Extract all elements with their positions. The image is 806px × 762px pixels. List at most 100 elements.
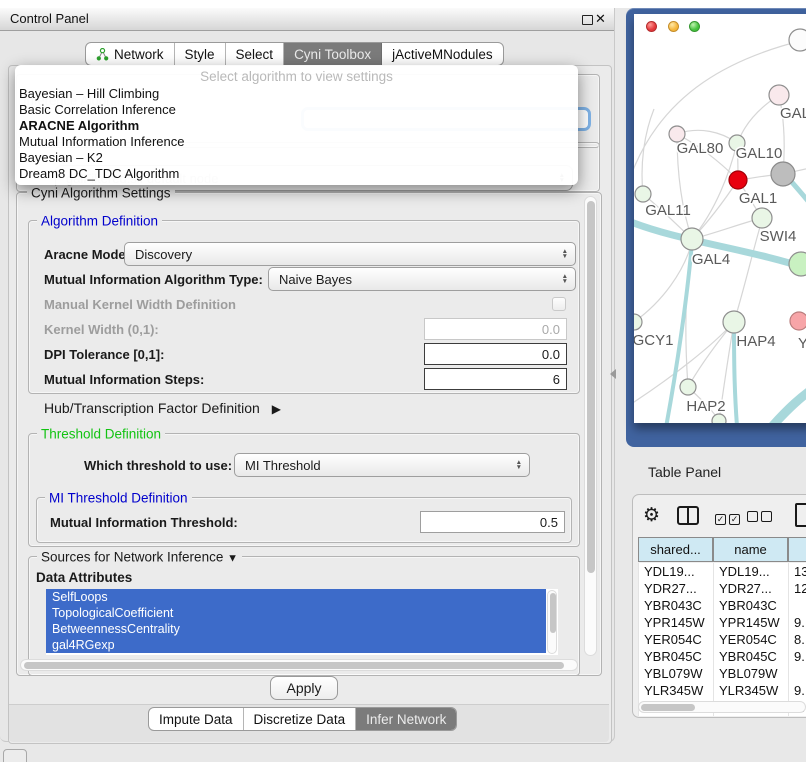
hub-definition-expander[interactable]: Hub/Transcription Factor Definition ▶ bbox=[44, 400, 281, 416]
network-node-label: GAL1 bbox=[739, 190, 777, 207]
function-builder-icon[interactable] bbox=[795, 503, 806, 527]
expander-down-arrow-icon: ▼ bbox=[227, 553, 238, 565]
tab-network[interactable]: Network bbox=[86, 43, 175, 65]
threshold-definition-title: Threshold Definition bbox=[37, 427, 165, 442]
network-edge-highlight[interactable] bbox=[790, 180, 806, 226]
table-cell[interactable]: YBR045C bbox=[638, 648, 713, 665]
table-cell[interactable]: 13 bbox=[788, 563, 806, 580]
attribute-item[interactable]: BetweennessCentrality bbox=[46, 621, 546, 637]
table-hscrollbar[interactable] bbox=[638, 701, 806, 713]
network-node[interactable] bbox=[789, 29, 806, 51]
table-cell[interactable]: YBL079W bbox=[713, 665, 788, 682]
network-node[interactable] bbox=[790, 312, 806, 330]
aracne-mode-combobox[interactable]: Discovery ▲▼ bbox=[124, 242, 576, 266]
table-cell[interactable]: YBL079W bbox=[638, 665, 713, 682]
dpi-tolerance-field[interactable]: 0.0 bbox=[424, 343, 567, 365]
table-cell[interactable]: YDR27... bbox=[713, 580, 788, 597]
network-node[interactable] bbox=[681, 228, 703, 250]
table-hscrollbar-thumb[interactable] bbox=[641, 704, 695, 711]
algorithm-option[interactable]: Bayesian – Hill Climbing bbox=[19, 86, 569, 102]
attributes-scrollbar-thumb[interactable] bbox=[550, 593, 556, 633]
table-cell[interactable]: YPR145W bbox=[638, 614, 713, 631]
algorithm-option[interactable]: Bayesian – K2 bbox=[19, 150, 569, 166]
bottom-tab-discretize-data[interactable]: Discretize Data bbox=[244, 708, 357, 730]
network-node-label: GAL11 bbox=[645, 202, 691, 219]
which-threshold-combobox[interactable]: MI Threshold ▲▼ bbox=[234, 453, 530, 477]
table-cell[interactable]: YBR043C bbox=[638, 597, 713, 614]
table-cell[interactable]: YDL19... bbox=[713, 563, 788, 580]
tab-style[interactable]: Style bbox=[175, 43, 226, 65]
network-node[interactable] bbox=[771, 162, 795, 186]
mi-steps-field[interactable]: 6 bbox=[424, 368, 567, 390]
network-node[interactable] bbox=[723, 311, 745, 333]
settings-hscrollbar-thumb[interactable] bbox=[24, 662, 564, 669]
table-cell[interactable] bbox=[788, 597, 806, 614]
gear-icon[interactable]: ⚙ bbox=[643, 504, 660, 527]
table-cell[interactable]: 12 bbox=[788, 580, 806, 597]
table-cell[interactable]: YDR27... bbox=[638, 580, 713, 597]
mi-algorithm-type-combobox[interactable]: Naive Bayes ▲▼ bbox=[268, 267, 576, 291]
table-header-cell[interactable]: name bbox=[713, 537, 788, 562]
table-cell[interactable]: YER054C bbox=[713, 631, 788, 648]
table-header-cell[interactable] bbox=[788, 537, 806, 562]
table-cell[interactable]: YLR345W bbox=[713, 682, 788, 699]
network-node[interactable] bbox=[789, 252, 806, 276]
network-edge[interactable] bbox=[734, 220, 762, 322]
mi-threshold-field[interactable]: 0.5 bbox=[420, 511, 565, 533]
float-window-icon[interactable] bbox=[582, 15, 593, 25]
table-cell[interactable]: 9. bbox=[788, 682, 806, 699]
table-cell[interactable]: YLR345W bbox=[638, 682, 713, 699]
table-cell[interactable]: 8. bbox=[788, 631, 806, 648]
close-icon[interactable]: ✕ bbox=[595, 11, 606, 27]
tab-cyni-toolbox[interactable]: Cyni Toolbox bbox=[284, 43, 382, 65]
table-cell[interactable]: YBR043C bbox=[713, 597, 788, 614]
network-node[interactable] bbox=[712, 414, 726, 423]
settings-hscrollbar[interactable] bbox=[20, 659, 578, 671]
table-cell[interactable]: 9. bbox=[788, 648, 806, 665]
algorithm-option[interactable]: Mutual Information Inference bbox=[19, 134, 569, 150]
algorithm-option[interactable]: ARACNE Algorithm bbox=[19, 118, 569, 134]
hide-all-columns-icon[interactable] bbox=[747, 510, 775, 525]
settings-vscrollbar-thumb[interactable] bbox=[587, 201, 595, 573]
attribute-item[interactable]: SelfLoops bbox=[46, 589, 546, 605]
algorithm-option[interactable]: Dream8 DC_TDC Algorithm bbox=[19, 166, 569, 182]
data-attributes-list[interactable]: SelfLoopsTopologicalCoefficientBetweenne… bbox=[46, 589, 558, 655]
network-node[interactable] bbox=[729, 171, 747, 189]
attributes-list-scrollbar[interactable] bbox=[547, 590, 557, 654]
network-edge[interactable] bbox=[642, 109, 654, 194]
sources-title[interactable]: Sources for Network Inference ▼ bbox=[37, 550, 242, 565]
network-graph[interactable]: GALGAL80GAL10GAL1GAL11SWI4GAL4GCY1HAP4YH… bbox=[634, 14, 806, 423]
bottom-tab-infer-network[interactable]: Infer Network bbox=[356, 708, 456, 730]
table-header-cell[interactable]: shared... bbox=[638, 537, 713, 562]
network-node[interactable] bbox=[680, 379, 696, 395]
attribute-item[interactable]: gal4RGexp bbox=[46, 637, 546, 653]
network-node-label: HAP4 bbox=[736, 333, 775, 350]
table-cell[interactable] bbox=[788, 665, 806, 682]
attribute-item[interactable]: TopologicalCoefficient bbox=[46, 605, 546, 621]
network-node[interactable] bbox=[752, 208, 772, 228]
manual-kernel-width-checkbox[interactable] bbox=[552, 297, 566, 311]
corner-widget-icon[interactable] bbox=[3, 749, 27, 762]
network-canvas[interactable]: GALGAL80GAL10GAL1GAL11SWI4GAL4GCY1HAP4YH… bbox=[634, 14, 806, 423]
apply-button[interactable]: Apply bbox=[270, 676, 338, 700]
network-edge-highlight[interactable] bbox=[762, 378, 806, 423]
table-cell[interactable]: YER054C bbox=[638, 631, 713, 648]
network-node[interactable] bbox=[769, 85, 789, 105]
table-cell[interactable]: YPR145W bbox=[713, 614, 788, 631]
settings-vscrollbar[interactable] bbox=[584, 196, 597, 656]
table-cell[interactable]: YDL19... bbox=[638, 563, 713, 580]
bottom-tab-impute-data[interactable]: Impute Data bbox=[149, 708, 244, 730]
panel-splitter-handle[interactable] bbox=[610, 369, 616, 379]
tab-jactivemnodules[interactable]: jActiveMNodules bbox=[382, 43, 503, 65]
network-edge[interactable] bbox=[688, 322, 734, 387]
columns-icon[interactable] bbox=[677, 506, 699, 525]
algorithm-option[interactable]: Basic Correlation Inference bbox=[19, 102, 569, 118]
table-cell[interactable]: 9. bbox=[788, 614, 806, 631]
table-cell[interactable]: YBR045C bbox=[713, 648, 788, 665]
kernel-width-field[interactable]: 0.0 bbox=[424, 318, 567, 340]
show-all-columns-icon[interactable]: ✓✓ bbox=[715, 510, 743, 525]
network-node[interactable] bbox=[635, 186, 651, 202]
tab-select[interactable]: Select bbox=[226, 43, 285, 65]
dpi-tolerance-label: DPI Tolerance [0,1]: bbox=[44, 347, 164, 362]
bottom-tabs: Impute DataDiscretize DataInfer Network bbox=[148, 707, 457, 731]
